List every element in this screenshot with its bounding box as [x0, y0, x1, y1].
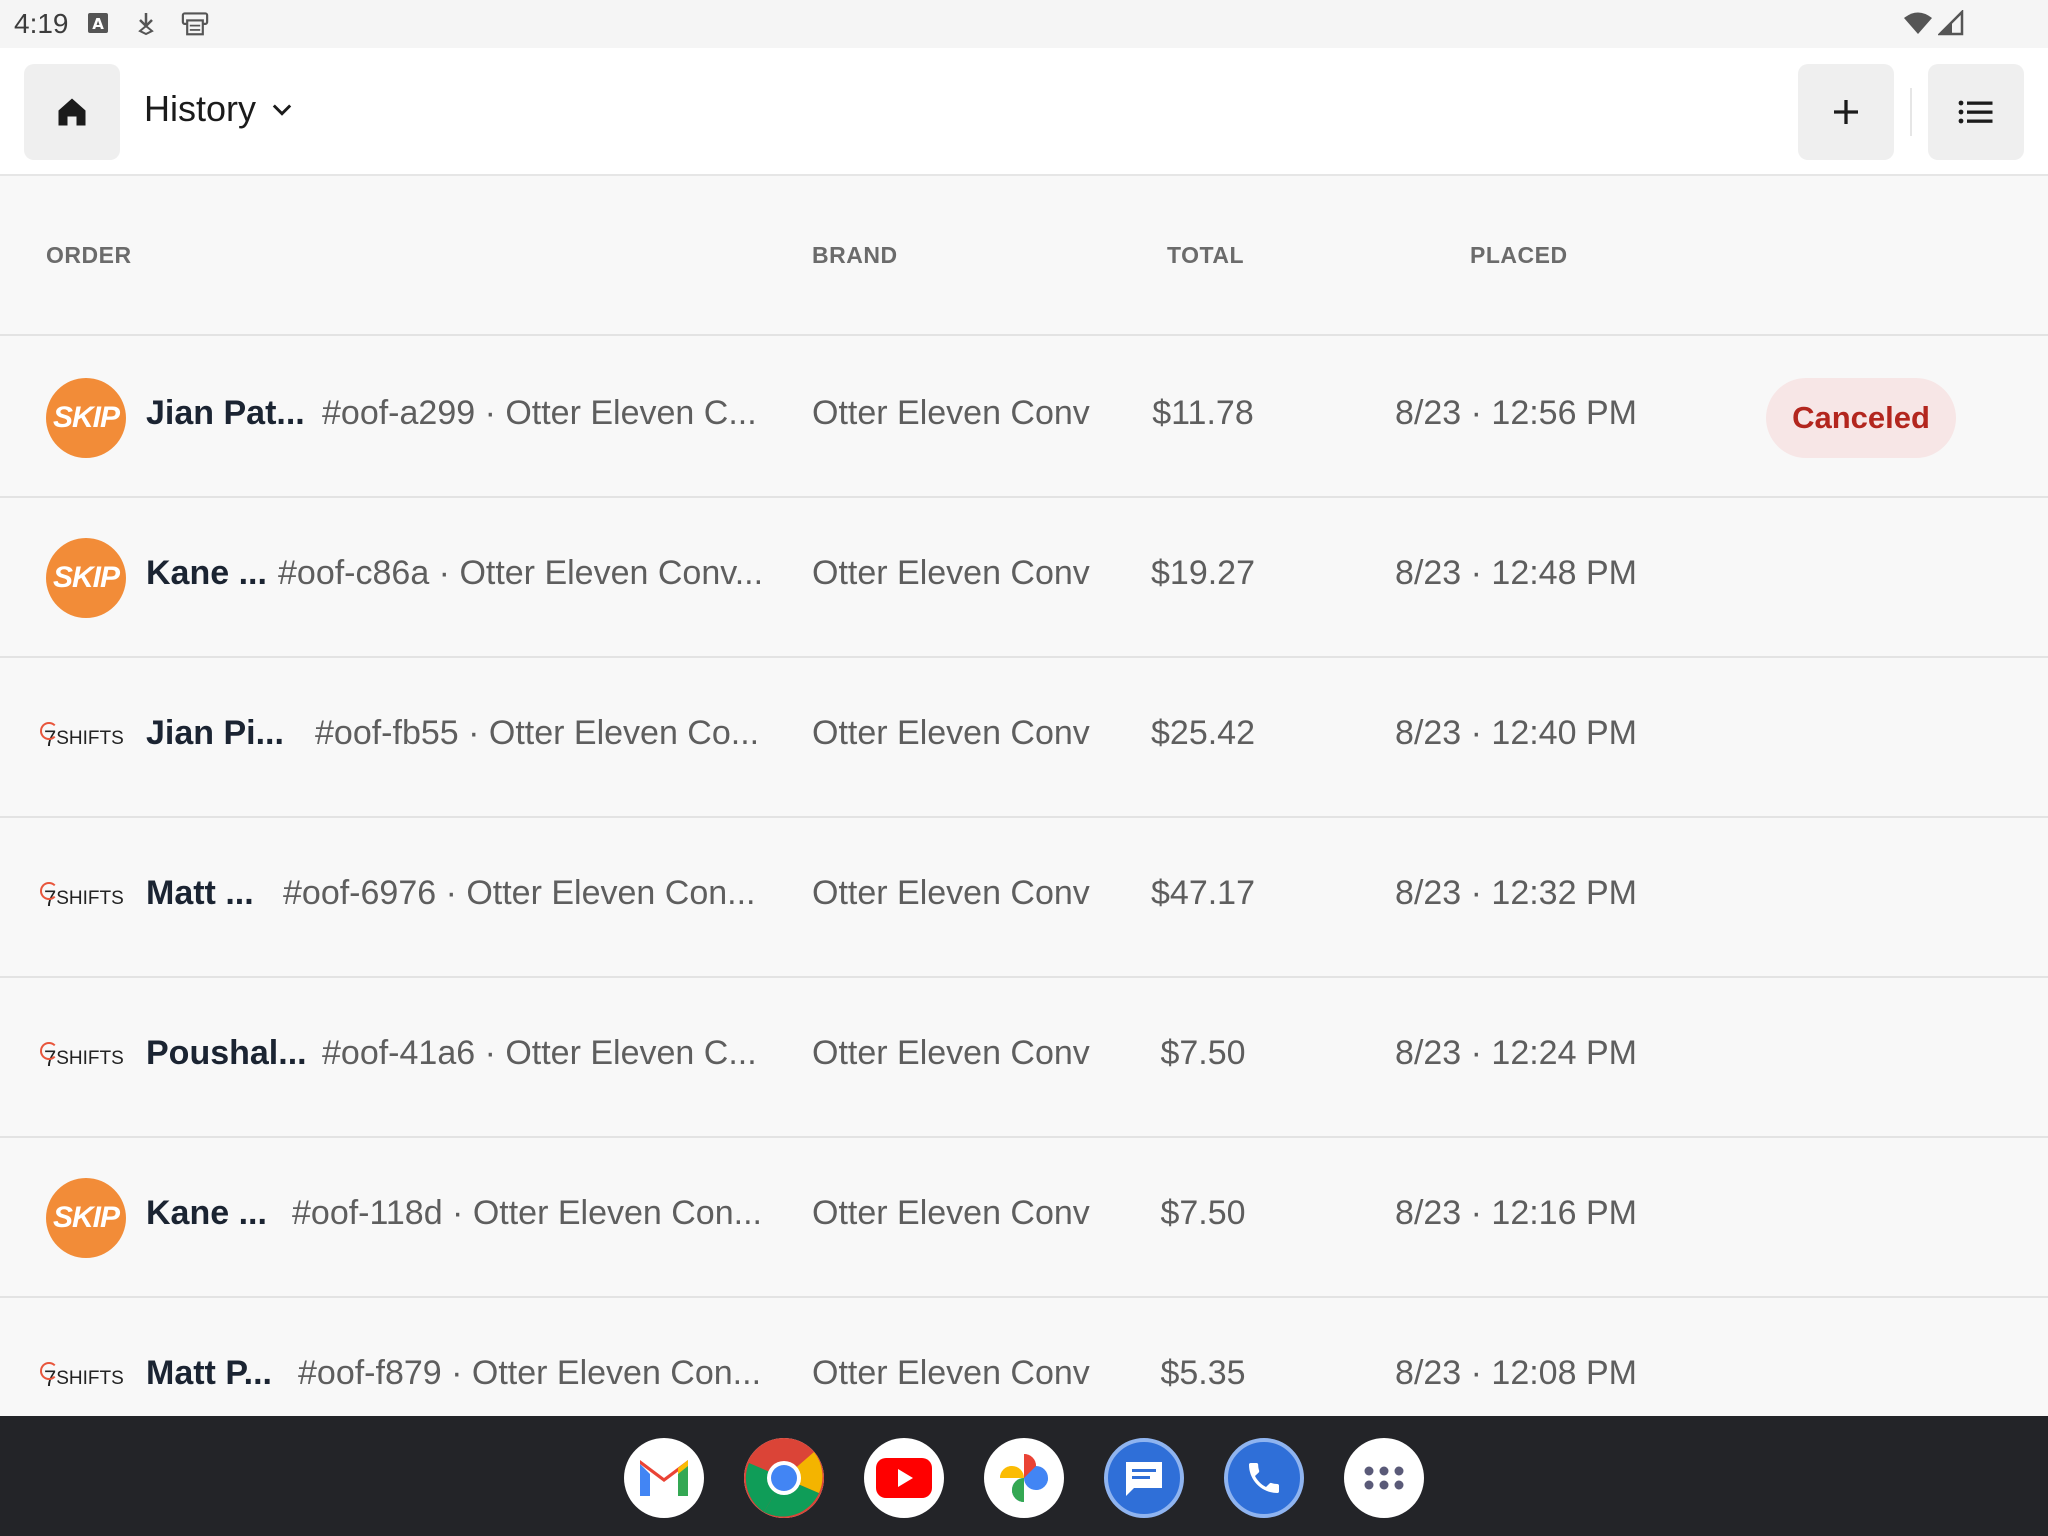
order-number: #oof-c86a · Otter Eleven Conv... — [278, 554, 764, 592]
order-placed-time: 8/23 · 12:08 PM — [1395, 1354, 1637, 1392]
phone-app[interactable] — [1224, 1438, 1304, 1518]
wifi-icon — [1904, 12, 1932, 34]
7shifts-logo-suffix: SHIFTS — [56, 1048, 124, 1069]
top-app-bar: History — [0, 48, 2048, 176]
customer-name: Kane ... — [146, 554, 267, 592]
column-header-total[interactable]: TOTAL — [1167, 242, 1244, 269]
svg-text:A: A — [92, 15, 104, 33]
chrome-app[interactable] — [744, 1438, 824, 1518]
photos-app[interactable] — [984, 1438, 1064, 1518]
messages-app[interactable] — [1104, 1438, 1184, 1518]
7shifts-logo-icon: 7 SHIFTS — [39, 1362, 130, 1394]
order-total: $47.17 — [1151, 874, 1255, 912]
table-header — [0, 176, 2048, 336]
customer-name: Jian Pat... — [146, 394, 305, 432]
skip-logo-text: SKIP — [52, 401, 120, 434]
order-number: #oof-118d · Otter Eleven Con... — [292, 1194, 762, 1232]
customer-name: Matt ... — [146, 874, 254, 912]
download-icon — [138, 13, 154, 36]
brand-name: Otter Eleven Conv — [812, 1354, 1090, 1392]
list-view-button[interactable] — [1928, 64, 2024, 160]
order-placed-time: 8/23 · 12:48 PM — [1395, 554, 1637, 592]
customer-name: Poushal... — [146, 1034, 307, 1072]
printer-icon — [181, 12, 209, 36]
history-dropdown[interactable]: History — [144, 88, 296, 130]
brand-name: Otter Eleven Conv — [812, 1194, 1090, 1232]
order-total: $7.50 — [1160, 1194, 1246, 1232]
order-number: #oof-f879 · Otter Eleven Con... — [298, 1354, 762, 1392]
table-row[interactable]: 7 SHIFTS Matt ... #oof-6976 · Otter Eleven … — [0, 818, 2048, 978]
skip-logo-icon: SKIP — [46, 1178, 126, 1258]
status-badge: Canceled — [1766, 378, 1956, 458]
home-icon — [58, 98, 86, 126]
status-bar: 4:19 A — [0, 0, 2048, 48]
messages-icon — [1126, 1462, 1162, 1496]
column-header-brand[interactable]: BRAND — [812, 242, 898, 269]
youtube-app[interactable] — [864, 1438, 944, 1518]
brand-name: Otter Eleven Conv — [812, 554, 1090, 592]
7shifts-logo-prefix: 7 — [39, 722, 59, 751]
app-drawer-icon — [1364, 1466, 1404, 1490]
status-time: 4:19 — [14, 8, 69, 39]
list-icon — [1958, 100, 1993, 124]
app-dock — [0, 1416, 2048, 1536]
customer-name: Kane ... — [146, 1194, 267, 1232]
7shifts-logo-prefix: 7 — [39, 1042, 59, 1071]
order-total: $19.27 — [1151, 554, 1255, 592]
order-placed-time: 8/23 · 12:40 PM — [1395, 714, 1637, 752]
7shifts-logo-icon: 7 SHIFTS — [39, 882, 130, 914]
skip-logo-text: SKIP — [52, 561, 120, 594]
cellular-signal-icon — [1938, 10, 1964, 36]
table-row[interactable]: SKIP Jian Pat... #oof-a299 · Otter Eleven … — [0, 338, 2048, 498]
order-placed-time: 8/23 · 12:56 PM — [1395, 394, 1637, 432]
table-row[interactable]: SKIP Kane ... #oof-118d · Otter Eleven Con… — [0, 1138, 2048, 1298]
plus-icon — [1834, 100, 1858, 124]
chrome-icon — [744, 1438, 824, 1518]
photos-icon — [1000, 1454, 1048, 1502]
7shifts-logo-suffix: SHIFTS — [56, 1368, 124, 1389]
skip-logo-icon: SKIP — [46, 538, 126, 618]
order-number: #oof-41a6 · Otter Eleven C... — [322, 1034, 757, 1072]
toolbar-divider — [1910, 88, 1912, 136]
7shifts-logo-icon: 7 SHIFTS — [39, 722, 130, 754]
column-header-order[interactable]: ORDER — [46, 242, 132, 269]
order-total: $5.35 — [1160, 1354, 1246, 1392]
order-total: $25.42 — [1151, 714, 1255, 752]
chevron-down-icon — [272, 104, 292, 116]
add-order-button[interactable] — [1798, 64, 1894, 160]
order-total: $7.50 — [1160, 1034, 1246, 1072]
column-header-placed[interactable]: PLACED — [1470, 242, 1568, 269]
order-total: $11.78 — [1152, 394, 1254, 432]
app-drawer-button[interactable] — [1344, 1438, 1424, 1518]
customer-name: Jian Pi... — [146, 714, 284, 752]
table-row[interactable]: SKIP Kane ... #oof-c86a · Otter Eleven Con… — [0, 498, 2048, 658]
customer-name: Matt P... — [146, 1354, 272, 1392]
order-number: #oof-6976 · Otter Eleven Con... — [283, 874, 756, 912]
table-row[interactable]: 7 SHIFTS Jian Pi... #oof-fb55 · Otter Eleve… — [0, 658, 2048, 818]
order-number: #oof-fb55 · Otter Eleven Co... — [315, 714, 760, 752]
7shifts-logo-prefix: 7 — [39, 882, 59, 911]
page-title: History — [144, 88, 257, 129]
order-placed-time: 8/23 · 12:32 PM — [1395, 874, 1637, 912]
order-number: #oof-a299 · Otter Eleven C... — [322, 394, 757, 432]
7shifts-logo-icon: 7 SHIFTS — [39, 1042, 130, 1074]
home-button[interactable] — [24, 64, 120, 160]
brand-name: Otter Eleven Conv — [812, 1034, 1090, 1072]
brand-name: Otter Eleven Conv — [812, 874, 1090, 912]
7shifts-logo-suffix: SHIFTS — [56, 728, 124, 749]
gmail-icon — [640, 1460, 688, 1496]
order-placed-time: 8/23 · 12:16 PM — [1395, 1194, 1637, 1232]
7shifts-logo-suffix: SHIFTS — [56, 888, 124, 909]
skip-logo-icon: SKIP — [46, 378, 126, 458]
brand-name: Otter Eleven Conv — [812, 714, 1090, 752]
youtube-icon — [876, 1458, 932, 1498]
gmail-app[interactable] — [624, 1438, 704, 1518]
table-row[interactable]: 7 SHIFTS Poushal... #oof-41a6 · Otter Eleve… — [0, 978, 2048, 1138]
order-placed-time: 8/23 · 12:24 PM — [1395, 1034, 1637, 1072]
keyboard-a-icon: A — [88, 13, 108, 33]
phone-icon — [1249, 1463, 1279, 1493]
brand-name: Otter Eleven Conv — [812, 394, 1090, 432]
skip-logo-text: SKIP — [52, 1201, 120, 1234]
7shifts-logo-prefix: 7 — [39, 1362, 59, 1391]
